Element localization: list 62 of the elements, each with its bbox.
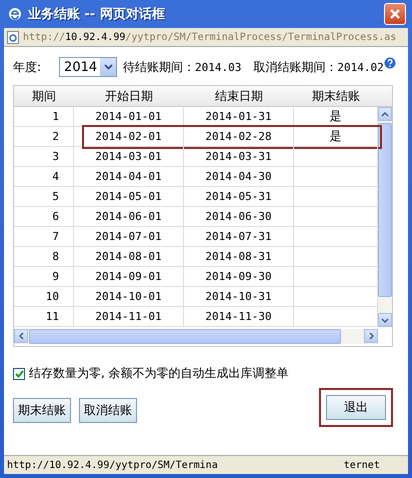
table-cell: 2014-04-01	[74, 167, 184, 187]
table-cell: 2014-09-30	[184, 267, 294, 287]
table-cell: 2014-02-01	[74, 127, 184, 147]
table-cell: 2014-06-30	[184, 207, 294, 227]
table-cell: 6	[14, 207, 74, 227]
table-cell: 8	[14, 247, 74, 267]
table-cell: 2014-03-01	[74, 147, 184, 167]
column-header: 期末结账	[294, 86, 378, 107]
year-select[interactable]: 2014	[59, 57, 118, 77]
browser-icon	[8, 7, 22, 21]
table-cell: 2014-07-31	[184, 227, 294, 247]
table-cell: 2014-07-01	[74, 227, 184, 247]
table-cell: 10	[14, 287, 74, 307]
page-icon	[7, 30, 19, 44]
table-cell: 3	[14, 147, 74, 167]
horizontal-scrollbar[interactable]	[14, 329, 378, 344]
table-cell: 2014-10-01	[74, 287, 184, 307]
table-cell: 2014-04-30	[184, 167, 294, 187]
table-cell: 2014-11-01	[74, 307, 184, 327]
table-cell: 2014-03-31	[184, 147, 294, 167]
table-cell: 2014-11-30	[184, 307, 294, 327]
window-title: 业务结账 -- 网页对话框	[28, 6, 166, 23]
help-icon[interactable]	[384, 57, 396, 69]
table-cell: 9	[14, 267, 74, 287]
caret-icon	[104, 64, 113, 70]
table-cell: 2014-06-01	[74, 207, 184, 227]
checkbox[interactable]	[13, 368, 25, 380]
action-button[interactable]: 取消结账	[79, 398, 137, 423]
action-button[interactable]: 退出	[326, 395, 386, 420]
table-cell: 5	[14, 187, 74, 207]
close-icon	[389, 8, 401, 20]
column-header: 开始日期	[74, 86, 184, 107]
status-url: http://10.92.4.99/yytpro/SM/Termina	[7, 460, 218, 470]
table-cell: 2014-01-31	[184, 107, 294, 127]
table-cell: 2014-10-31	[184, 287, 294, 307]
vertical-scrollbar[interactable]	[378, 107, 392, 327]
table-cell: 2014-08-01	[74, 247, 184, 267]
status-zone: ternet	[344, 460, 380, 470]
table-cell: 2	[14, 127, 74, 147]
table-cell: 2014-02-28	[184, 127, 294, 147]
table-cell: 2014-08-31	[184, 247, 294, 267]
checkbox-label: 结存数量为零, 余额不为零的自动生成出库调整单	[29, 365, 289, 382]
table-cell: 4	[14, 167, 74, 187]
scroll-down-icon[interactable]	[381, 318, 389, 322]
scroll-up-icon[interactable]	[381, 112, 389, 116]
column-header: 期间	[14, 86, 74, 107]
table-cell: 2014-09-01	[74, 267, 184, 287]
table-cell: 11	[14, 307, 74, 327]
table-cell: 2014-05-01	[74, 187, 184, 207]
year-label: 年度:	[13, 58, 42, 76]
column-header: 结束日期	[184, 86, 294, 107]
close-button[interactable]	[384, 3, 406, 25]
pending-period-label: 待结账期间：2014.03	[123, 58, 242, 76]
table-cell: 2014-05-31	[184, 187, 294, 207]
address-url: http://10.92.4.99/yytpro/SM/TerminalProcess/TerminalProcess.as	[23, 32, 396, 42]
scroll-left-icon[interactable]	[18, 332, 24, 340]
cancel-period-label: 取消结账期间：2014.02	[253, 58, 384, 76]
table-cell: 2014-01-01	[74, 107, 184, 127]
scroll-right-icon[interactable]	[368, 332, 374, 340]
table-cell: 7	[14, 227, 74, 247]
table-cell: 1	[14, 107, 74, 127]
action-button[interactable]: 期末结账	[13, 398, 71, 423]
